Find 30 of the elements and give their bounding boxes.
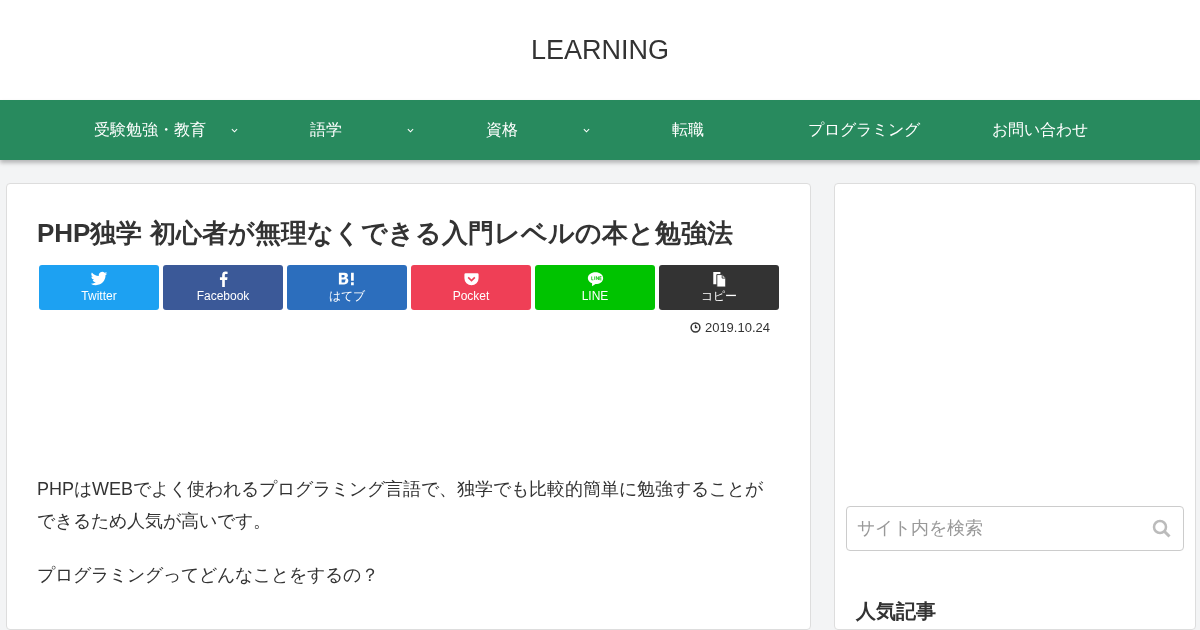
nav-link[interactable]: お問い合わせ [952,100,1128,160]
nav-link[interactable]: 語学 [248,100,424,160]
nav-link[interactable]: プログラミング [776,100,952,160]
share-button[interactable]: Facebook [163,265,283,311]
article-paragraph: PHPはWEBでよく使われるプログラミング言語で、独学でも比較的簡単に勉強することができるため人気が高いです。 [37,477,764,534]
post-date: 2019.10.24 [704,319,770,338]
b-logo-icon [338,271,356,288]
nav-link[interactable]: 転職 [600,100,776,160]
nav-link[interactable]: 受験勉強・教育 [72,100,248,160]
share-button[interactable]: LINE [535,265,655,311]
search-field[interactable]: サイト内を検索 [846,506,1184,551]
article-paragraph: プログラミングってどんなことをするの？ [37,564,380,588]
caret-icon [583,127,590,134]
clock-icon [689,322,701,334]
pocket-icon [463,271,479,288]
caret-icon [231,127,238,134]
share-button[interactable]: はてブ [287,265,407,311]
article-title: PHP独学 初心者が無理なくできる入門レベルの本と勉強法 [37,218,734,250]
bird-icon [90,271,108,288]
share-button[interactable]: コピー [659,265,779,311]
search-icon[interactable] [1152,519,1172,539]
share-button[interactable]: Pocket [411,265,531,311]
site-title[interactable]: LEARNING [530,29,669,71]
caret-icon [407,127,414,134]
speech-bubble-icon [586,271,604,288]
f-logo-icon [218,271,228,288]
popular-articles-heading: 人気記事 [855,599,937,624]
nav-link[interactable]: 資格 [424,100,600,160]
share-button[interactable]: Twitter [39,265,159,311]
copy-icon [711,271,727,288]
